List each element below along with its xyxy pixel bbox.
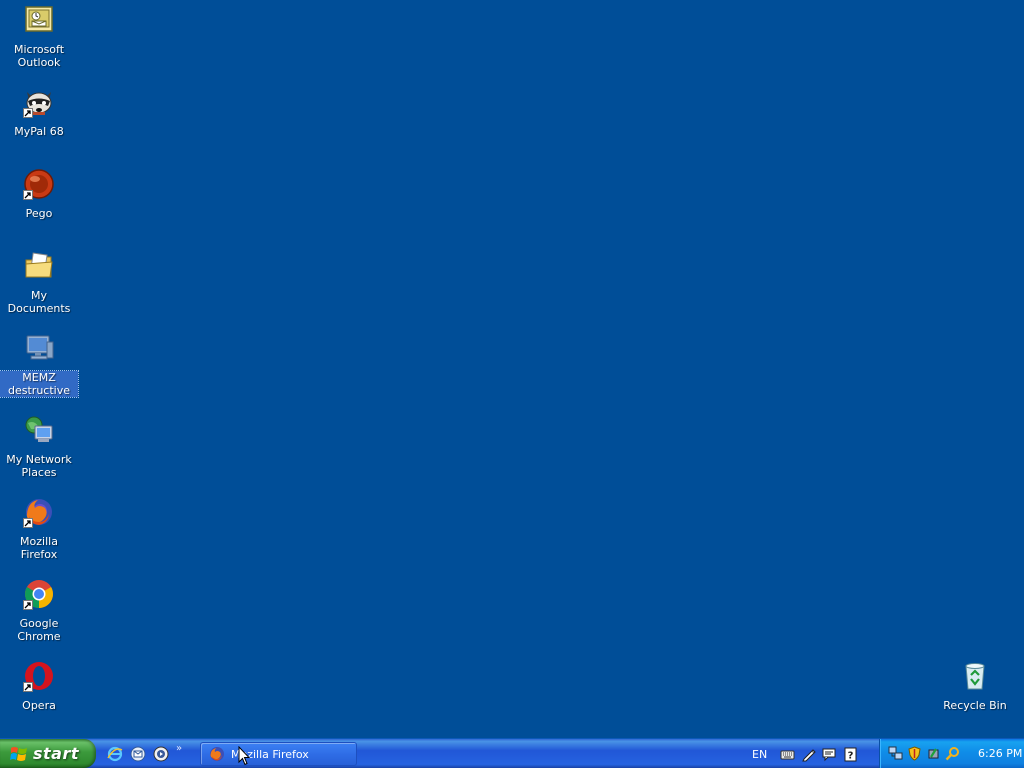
desktop-icon-label: MEMZ destructive [0, 370, 79, 398]
tray-network-connections[interactable] [886, 744, 905, 763]
desktop-icon-outlook[interactable]: Microsoft Outlook [0, 4, 78, 69]
quick-launch-media-player[interactable] [150, 743, 172, 765]
media-player-icon [153, 746, 169, 762]
desktop-icon-chrome[interactable]: Google Chrome [0, 578, 78, 643]
desktop[interactable]: Microsoft Outlook MyPal 68 Pego My Docum… [0, 0, 1024, 740]
desktop-icon-label: My Network Places [6, 453, 72, 479]
svg-text:?: ? [847, 750, 853, 761]
desktop-icon-my-documents[interactable]: My Documents [0, 250, 78, 315]
language-bar-keyboard[interactable] [777, 744, 797, 764]
help-icon: ? [844, 747, 857, 761]
desktop-icon-firefox[interactable]: Mozilla Firefox [0, 496, 78, 561]
network-connections-icon [888, 746, 903, 760]
shortcut-arrow-icon [23, 190, 33, 200]
mouse-cursor-icon [238, 746, 250, 766]
shortcut-arrow-icon [23, 518, 33, 528]
start-button[interactable]: start [0, 739, 96, 768]
desktop-icon-network-places[interactable]: My Network Places [0, 414, 78, 479]
security-shield-icon [908, 746, 921, 761]
shortcut-arrow-icon [23, 682, 33, 692]
firefox-icon [210, 747, 224, 761]
tray-security-center[interactable] [905, 744, 924, 763]
language-bar: EN ? [752, 742, 861, 766]
quick-launch-outlook-express[interactable] [127, 743, 149, 765]
desktop-icon-recycle-bin[interactable]: Recycle Bin [936, 660, 1014, 712]
language-indicator[interactable]: EN [752, 748, 767, 761]
quick-launch-bar: » [104, 743, 185, 765]
outlook-icon [23, 4, 55, 36]
taskbar: start » Mozilla Firefox EN ? 6:26 PM [0, 738, 1024, 768]
desktop-icon-pego[interactable]: Pego [0, 168, 78, 220]
recycle-bin-icon [959, 660, 991, 692]
safely-remove-icon [928, 748, 939, 759]
opera-icon [23, 660, 55, 692]
chrome-icon [23, 578, 55, 610]
desktop-icon-label: Recycle Bin [943, 699, 1007, 712]
speech-icon [822, 748, 836, 761]
shortcut-arrow-icon [23, 108, 33, 118]
system-tray: 6:26 PM [879, 739, 1024, 768]
desktop-icon-label: Google Chrome [17, 617, 61, 643]
language-bar-speech[interactable] [819, 744, 839, 764]
desktop-icon-label: My Documents [7, 289, 71, 315]
documents-folder-icon [23, 250, 55, 282]
desktop-icon-memz[interactable]: MEMZ destructive [0, 332, 79, 398]
quick-launch-more-chevron[interactable]: » [173, 743, 185, 765]
desktop-icon-label: Microsoft Outlook [13, 43, 65, 69]
quick-launch-internet-explorer[interactable] [104, 743, 126, 765]
shortcut-arrow-icon [23, 600, 33, 610]
outlook-express-icon [130, 746, 146, 762]
pego-icon [23, 168, 55, 200]
tray-icons [886, 744, 962, 763]
windows-logo-icon [10, 746, 27, 761]
task-button-firefox[interactable]: Mozilla Firefox [200, 742, 357, 766]
firefox-icon [23, 496, 55, 528]
desktop-icon-label: Pego [25, 207, 53, 220]
internet-explorer-icon [107, 746, 123, 762]
desktop-icon-opera[interactable]: Opera [0, 660, 78, 712]
raccoon-icon [23, 86, 55, 118]
pen-icon [801, 748, 816, 761]
tray-safely-remove-hardware[interactable] [924, 744, 943, 763]
clock[interactable]: 6:26 PM [978, 747, 1022, 760]
keyboard-icon [780, 750, 795, 759]
desktop-icon-label: Mozilla Firefox [20, 535, 58, 561]
desktop-icon-label: Opera [22, 699, 56, 712]
language-bar-help[interactable]: ? [840, 744, 860, 764]
language-bar-handwriting[interactable] [798, 744, 818, 764]
desktop-icon-label: MyPal 68 [14, 125, 64, 138]
start-label: start [33, 744, 80, 763]
desktop-icon-mypal[interactable]: MyPal 68 [0, 86, 78, 138]
tray-search[interactable] [943, 744, 962, 763]
computer-icon [23, 332, 55, 364]
search-icon [945, 747, 959, 761]
network-places-icon [23, 414, 55, 446]
